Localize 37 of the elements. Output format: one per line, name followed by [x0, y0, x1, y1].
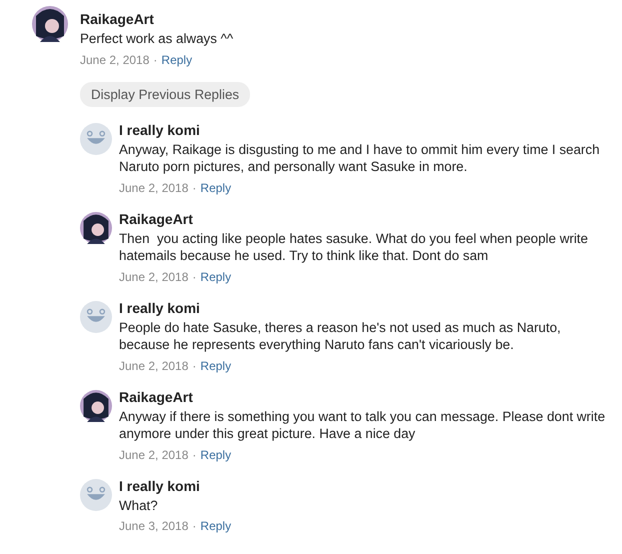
display-previous-replies-button[interactable]: Display Previous Replies — [80, 82, 250, 106]
comment-text: Perfect work as always ^^ — [80, 30, 234, 48]
separator: · — [192, 358, 196, 374]
reply-link[interactable]: Reply — [200, 180, 232, 196]
separator: · — [192, 180, 196, 196]
avatar-icon — [80, 390, 112, 422]
separator: · — [192, 270, 196, 284]
avatar-icon — [80, 212, 112, 244]
author-name[interactable]: RaikageArt — [80, 10, 154, 28]
avatar-icon — [80, 478, 112, 510]
avatar-icon — [80, 300, 112, 332]
avatar-icon — [80, 122, 112, 154]
comment-date: June 2, 2018 — [119, 270, 188, 284]
author-name[interactable]: I really komi — [119, 476, 200, 494]
reply-link[interactable]: Reply — [200, 358, 232, 374]
reply-link[interactable]: Reply — [161, 52, 192, 68]
author-name[interactable]: I really komi — [119, 298, 200, 316]
author-name[interactable]: RaikageArt — [119, 210, 193, 228]
comment-text: What? — [119, 496, 159, 514]
comment-text: Then you acting like people hates sasuke. What do you feel when people write hatemails because he used. Try to think like that. Dont do sam — [119, 230, 589, 264]
author-name[interactable]: RaikageArt — [119, 388, 193, 406]
avatar-icon — [32, 6, 68, 42]
separator: · — [153, 52, 158, 68]
comment-text: Anyway, Raikage is disgusting to me and I have to ommit him every time I search Naruto porn pictures, and personally want Sasuke in more. — [119, 140, 601, 176]
separator: · — [192, 448, 196, 462]
separator: · — [192, 519, 196, 534]
comment-text: People do hate Sasuke, theres a reason he's not used as much as Naruto, because he represents everything Naruto fans can't vicariously be. — [119, 318, 562, 354]
comment-date: June 2, 2018 — [80, 52, 150, 68]
author-name[interactable]: I really komi — [119, 120, 200, 138]
comment-date: June 2, 2018 — [119, 180, 188, 196]
comment-date: June 2, 2018 — [119, 448, 188, 462]
comment-date: June 2, 2018 — [119, 358, 188, 374]
comment-date: June 3, 2018 — [119, 519, 188, 534]
reply-link[interactable]: Reply — [200, 519, 232, 534]
comment-text: Anyway if there is something you want to talk you can message. Please dont write anymore under this great picture. Have a nice day — [119, 408, 606, 442]
reply-link[interactable]: Reply — [200, 270, 232, 284]
reply-link[interactable]: Reply — [200, 448, 232, 462]
